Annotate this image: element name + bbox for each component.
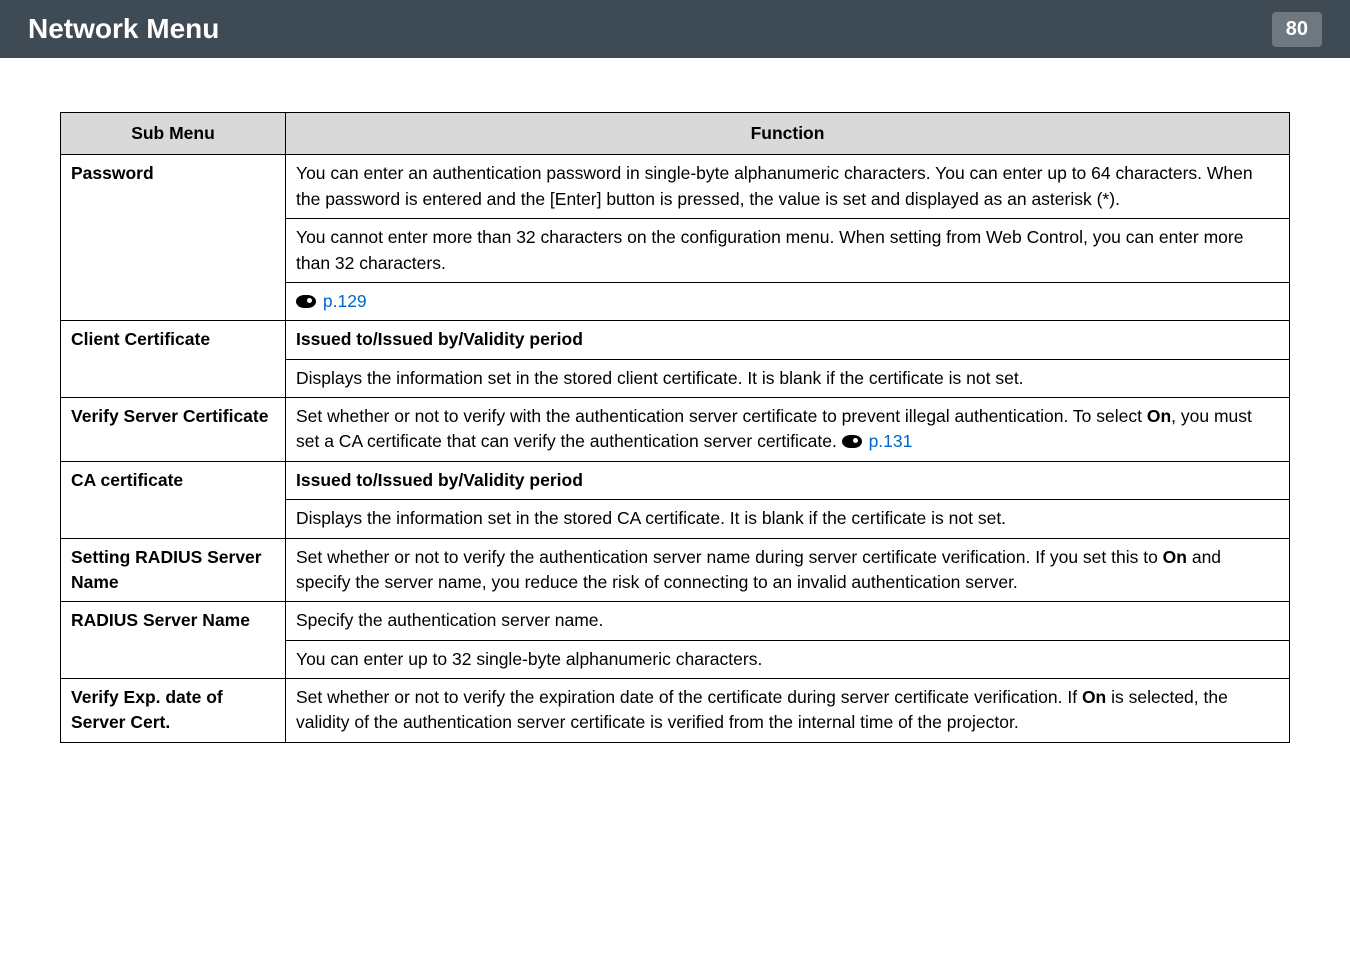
submenu-setting-radius-server-name: Setting RADIUS Server Name: [61, 538, 286, 602]
settings-table: Sub Menu Function Password You can enter…: [60, 112, 1290, 743]
page-number-badge: 80: [1272, 12, 1322, 47]
table-row: Password You can enter an authentication…: [61, 155, 1290, 219]
text: You cannot enter more than 32 characters…: [296, 227, 1243, 272]
column-header-submenu: Sub Menu: [61, 113, 286, 155]
table-header-row: Sub Menu Function: [61, 113, 1290, 155]
submenu-client-certificate: Client Certificate: [61, 321, 286, 398]
submenu-verify-exp-date: Verify Exp. date of Server Cert.: [61, 679, 286, 743]
table-row: Client Certificate Issued to/Issued by/V…: [61, 321, 1290, 359]
text: Displays the information set in the stor…: [296, 508, 1006, 528]
content-area: Sub Menu Function Password You can enter…: [0, 82, 1350, 743]
function-cell: Set whether or not to verify the authent…: [286, 538, 1290, 602]
table-row: Setting RADIUS Server Name Set whether o…: [61, 538, 1290, 602]
table-row: Verify Server Certificate Set whether or…: [61, 398, 1290, 462]
bold-text: Issued to/Issued by/Validity period: [296, 329, 583, 349]
page-title: Network Menu: [28, 13, 219, 45]
column-header-function: Function: [286, 113, 1290, 155]
page-link[interactable]: p.129: [323, 291, 367, 311]
function-cell: You can enter up to 32 single-byte alpha…: [286, 640, 1290, 678]
function-cell: Specify the authentication server name.: [286, 602, 1290, 640]
text: Specify the authentication server name.: [296, 610, 603, 630]
pointer-icon: [842, 435, 862, 448]
pointer-icon: [296, 295, 316, 308]
function-cell: Set whether or not to verify with the au…: [286, 398, 1290, 462]
function-cell: Displays the information set in the stor…: [286, 359, 1290, 397]
function-cell: Issued to/Issued by/Validity period: [286, 461, 1290, 499]
header-bar: Network Menu 80: [0, 0, 1350, 58]
function-cell: Set whether or not to verify the expirat…: [286, 679, 1290, 743]
function-cell: p.129: [286, 282, 1290, 320]
text: You can enter up to 32 single-byte alpha…: [296, 649, 762, 669]
table-row: CA certificate Issued to/Issued by/Valid…: [61, 461, 1290, 499]
submenu-verify-server-certificate: Verify Server Certificate: [61, 398, 286, 462]
text: Displays the information set in the stor…: [296, 368, 1024, 388]
submenu-radius-server-name: RADIUS Server Name: [61, 602, 286, 679]
table-row: RADIUS Server Name Specify the authentic…: [61, 602, 1290, 640]
submenu-ca-certificate: CA certificate: [61, 461, 286, 538]
text: Set whether or not to verify with the au…: [296, 406, 1147, 426]
on-bold: On: [1147, 406, 1171, 426]
function-cell: Displays the information set in the stor…: [286, 500, 1290, 538]
table-row: Verify Exp. date of Server Cert. Set whe…: [61, 679, 1290, 743]
bold-text: Issued to/Issued by/Validity period: [296, 470, 583, 490]
text: Set whether or not to verify the authent…: [296, 547, 1163, 567]
text: Set whether or not to verify the expirat…: [296, 687, 1082, 707]
submenu-password: Password: [61, 155, 286, 321]
function-cell: You can enter an authentication password…: [286, 155, 1290, 219]
text: You can enter an authentication password…: [296, 163, 1253, 208]
header-spacer: [0, 58, 1350, 82]
page-link[interactable]: p.131: [869, 431, 913, 451]
function-cell: You cannot enter more than 32 characters…: [286, 219, 1290, 283]
on-bold: On: [1082, 687, 1106, 707]
function-cell: Issued to/Issued by/Validity period: [286, 321, 1290, 359]
on-bold: On: [1163, 547, 1187, 567]
